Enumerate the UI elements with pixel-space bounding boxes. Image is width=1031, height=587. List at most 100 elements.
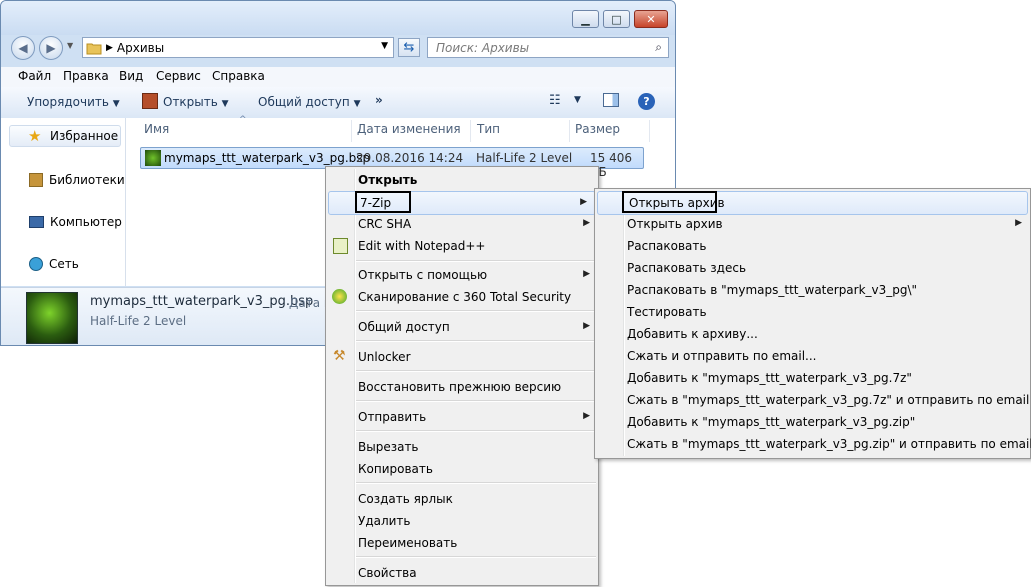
chevron-down-icon: ▼	[221, 99, 229, 109]
column-divider[interactable]	[569, 120, 570, 142]
zip-add-to-archive[interactable]: Добавить к архиву...	[595, 323, 1030, 345]
search-icon[interactable]: ⌕	[655, 40, 662, 55]
refresh-button[interactable]: ⇆	[398, 38, 420, 57]
nav-libraries[interactable]: Библиотеки	[29, 169, 125, 191]
zip-add-to-zip[interactable]: Добавить к "mymaps_ttt_waterpark_v3_pg.z…	[595, 411, 1030, 433]
close-icon: ✕	[646, 12, 656, 26]
address-dropdown-icon[interactable]: ▼	[381, 41, 388, 51]
nav-network[interactable]: Сеть	[29, 253, 79, 275]
menu-item-cut[interactable]: Вырезать	[326, 436, 598, 458]
zip-test[interactable]: Тестировать	[595, 301, 1030, 323]
nav-libraries-label: Библиотеки	[49, 173, 125, 187]
command-bar: Упорядочить ▼ Открыть ▼ Общий доступ ▼ »…	[1, 87, 675, 119]
view-options-icon[interactable]: ☷	[549, 93, 561, 108]
view-chevron-icon[interactable]: ▼	[574, 95, 581, 105]
zip-compress-email[interactable]: Сжать и отправить по email...	[595, 345, 1030, 367]
file-icon	[145, 150, 161, 166]
zip-add-to-7z[interactable]: Добавить к "mymaps_ttt_waterpark_v3_pg.7…	[595, 367, 1030, 389]
column-divider[interactable]	[649, 120, 650, 142]
menu-item-label: Распаковать	[627, 239, 707, 253]
menu-item-properties[interactable]: Свойства	[326, 562, 598, 584]
menu-item-label: Распаковать здесь	[627, 261, 747, 275]
menu-item-create-shortcut[interactable]: Создать ярлык	[326, 488, 598, 510]
menu-item-360-scan[interactable]: Сканирование с 360 Total Security	[326, 286, 598, 308]
menu-item-label: Переименовать	[358, 536, 458, 550]
zip-compress-zip-email[interactable]: Сжать в "mymaps_ttt_waterpark_v3_pg.zip"…	[595, 433, 1031, 455]
menu-file[interactable]: Файл	[18, 69, 51, 83]
7zip-submenu: Открыть архив Открыть архив ▶ Распаковат…	[594, 188, 1031, 459]
computer-icon	[29, 216, 44, 228]
minimize-button[interactable]: ▁	[572, 10, 599, 28]
submenu-arrow-icon: ▶	[583, 269, 590, 279]
menu-item-label: Отправить	[358, 410, 427, 424]
menu-separator	[356, 482, 596, 484]
menu-item-crc-sha[interactable]: CRC SHA ▶	[326, 213, 598, 235]
menu-item-restore-version[interactable]: Восстановить прежнюю версию	[326, 376, 598, 398]
column-size[interactable]: Размер	[575, 122, 620, 142]
library-icon	[29, 173, 43, 187]
details-file-name: mymaps_ttt_waterpark_v3_pg.bsp	[90, 294, 314, 309]
zip-open-archive-submenu[interactable]: Открыть архив ▶	[595, 213, 1030, 235]
column-name[interactable]: Имя	[144, 122, 169, 142]
folder-icon	[86, 43, 102, 54]
menu-edit[interactable]: Правка	[63, 69, 109, 83]
menu-item-send-to[interactable]: Отправить ▶	[326, 406, 598, 428]
menu-item-label: Сжать в "mymaps_ttt_waterpark_v3_pg.7z" …	[627, 393, 1030, 407]
submenu-arrow-icon: ▶	[580, 197, 587, 207]
zip-extract[interactable]: Распаковать	[595, 235, 1030, 257]
menu-item-notepadpp[interactable]: Edit with Notepad++	[326, 235, 598, 257]
organize-button[interactable]: Упорядочить ▼	[27, 95, 120, 109]
menu-view[interactable]: Вид	[119, 69, 143, 83]
menu-item-delete[interactable]: Удалить	[326, 510, 598, 532]
star-icon: ★	[28, 127, 42, 145]
column-divider[interactable]	[470, 120, 471, 142]
recent-pages-chevron-icon[interactable]: ▼	[67, 41, 73, 50]
forward-button[interactable]: ▶	[39, 36, 63, 60]
search-input[interactable]: Поиск: Архивы ⌕	[427, 37, 669, 58]
more-commands-button[interactable]: »	[375, 93, 383, 107]
menu-item-unlocker[interactable]: ⚒ Unlocker	[326, 346, 598, 368]
share-button[interactable]: Общий доступ ▼	[258, 95, 360, 109]
zip-compress-7z-email[interactable]: Сжать в "mymaps_ttt_waterpark_v3_pg.7z" …	[595, 389, 1030, 411]
back-button[interactable]: ◀	[11, 36, 35, 60]
open-label: Открыть	[163, 95, 218, 109]
menu-bar: Файл Правка Вид Сервис Справка	[1, 67, 675, 88]
menu-tools[interactable]: Сервис	[156, 69, 201, 83]
menu-help[interactable]: Справка	[212, 69, 265, 83]
nav-computer[interactable]: Компьютер	[29, 211, 122, 233]
menu-item-label: Открыть с помощью	[358, 268, 488, 282]
menu-item-label: Сжать в "mymaps_ttt_waterpark_v3_pg.zip"…	[627, 437, 1031, 451]
menu-item-label: Добавить к архиву...	[627, 327, 758, 341]
breadcrumb-item[interactable]: Архивы	[117, 41, 164, 55]
submenu-arrow-icon: ▶	[583, 218, 590, 228]
notepadpp-icon	[333, 238, 348, 254]
refresh-icon: ⇆	[403, 40, 415, 55]
menu-separator	[356, 310, 596, 312]
menu-item-label: Тестировать	[627, 305, 707, 319]
menu-item-label: Добавить к "mymaps_ttt_waterpark_v3_pg.7…	[627, 371, 912, 385]
menu-item-share[interactable]: Общий доступ ▶	[326, 316, 598, 338]
maximize-button[interactable]: □	[603, 10, 630, 28]
help-icon[interactable]: ?	[638, 93, 655, 110]
open-button[interactable]: Открыть ▼	[163, 95, 229, 109]
zip-extract-here[interactable]: Распаковать здесь	[595, 257, 1030, 279]
menu-separator	[356, 556, 596, 558]
menu-item-label: Свойства	[358, 566, 417, 580]
menu-item-open-with[interactable]: Открыть с помощью ▶	[326, 264, 598, 286]
address-bar[interactable]: ▶ Архивы ▼	[82, 37, 394, 58]
column-divider[interactable]	[351, 120, 352, 142]
menu-item-open[interactable]: Открыть	[326, 169, 598, 191]
submenu-arrow-icon: ▶	[583, 411, 590, 421]
zip-extract-to[interactable]: Распаковать в "mymaps_ttt_waterpark_v3_p…	[595, 279, 1030, 301]
column-date[interactable]: Дата изменения	[357, 122, 461, 142]
nav-favorites[interactable]: ★ Избранное	[9, 125, 121, 147]
column-type[interactable]: Тип	[477, 122, 500, 142]
menu-item-rename[interactable]: Переименовать	[326, 532, 598, 554]
preview-pane-icon[interactable]	[603, 93, 619, 107]
menu-item-label: Edit with Notepad++	[358, 239, 486, 253]
close-button[interactable]: ✕	[634, 10, 668, 28]
sort-arrow-icon: ^	[239, 115, 247, 125]
menu-item-copy[interactable]: Копировать	[326, 458, 598, 480]
forward-arrow-icon: ▶	[46, 41, 56, 55]
menu-item-label: Копировать	[358, 462, 433, 476]
